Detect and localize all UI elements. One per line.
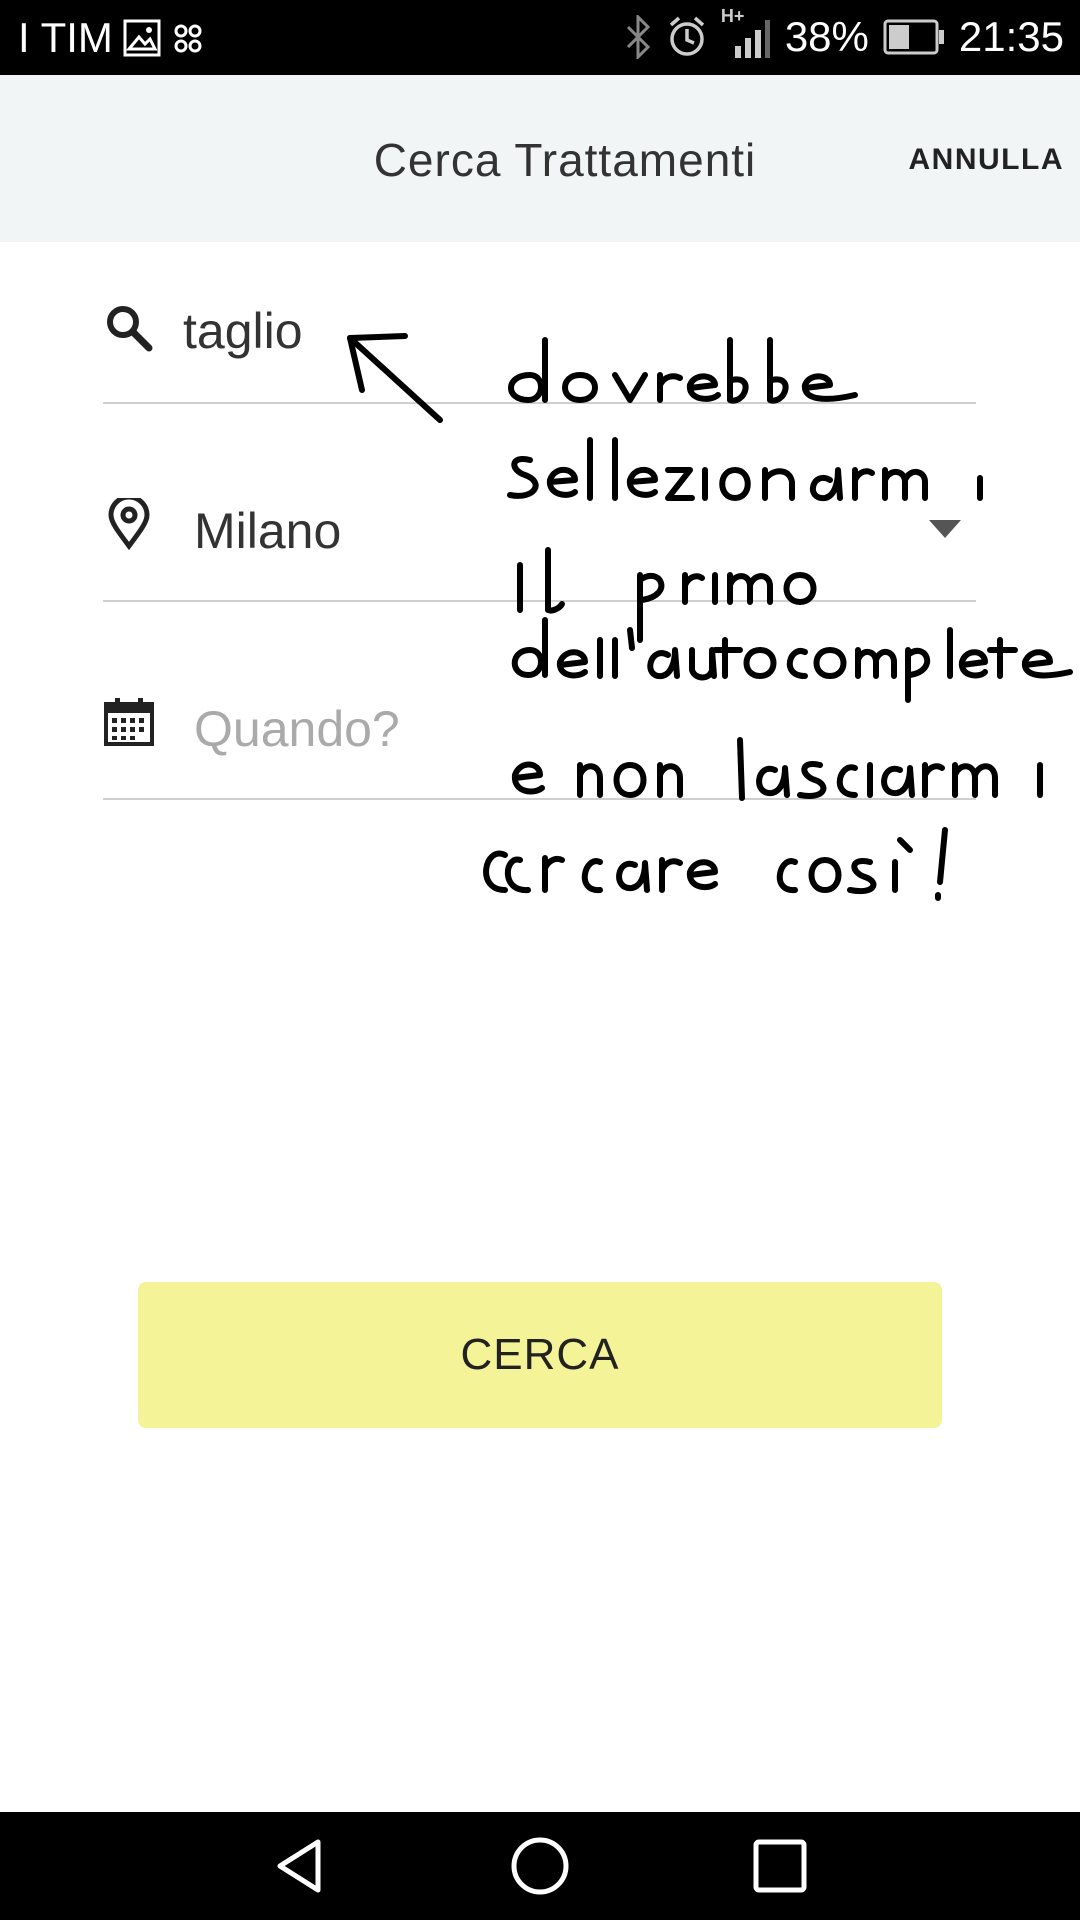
status-left: I TIM bbox=[18, 14, 205, 62]
search-icon bbox=[107, 306, 153, 352]
date-input[interactable]: Quando? bbox=[194, 700, 400, 758]
alarm-icon bbox=[669, 16, 704, 56]
system-nav-bar bbox=[0, 1812, 1080, 1920]
date-field[interactable]: Quando? bbox=[103, 688, 976, 800]
status-bar: I TIM H+ 38% 21:35 bbox=[0, 0, 1080, 75]
search-button[interactable]: CERCA bbox=[138, 1282, 942, 1428]
voicemail-icon bbox=[174, 24, 202, 53]
clock: 21:35 bbox=[958, 13, 1064, 60]
search-input[interactable]: taglio bbox=[183, 302, 303, 360]
app-header: Cerca Trattamenti ANNULLA bbox=[0, 75, 1080, 242]
bluetooth-icon bbox=[626, 15, 650, 59]
treatment-search-field[interactable]: taglio bbox=[103, 292, 976, 404]
handwritten-annotation bbox=[347, 333, 1073, 901]
home-icon[interactable] bbox=[508, 1834, 572, 1898]
battery-icon bbox=[883, 19, 944, 55]
recents-icon[interactable] bbox=[748, 1834, 812, 1898]
status-right: H+ 38% 21:35 bbox=[623, 6, 1064, 62]
chevron-down-icon[interactable] bbox=[929, 520, 961, 538]
location-select[interactable]: Milano bbox=[194, 502, 341, 560]
signal-icon: H+ bbox=[721, 6, 771, 62]
battery-percent: 38% bbox=[784, 13, 869, 60]
gallery-icon bbox=[123, 19, 161, 57]
calendar-icon bbox=[104, 698, 154, 746]
location-pin-icon bbox=[108, 498, 150, 550]
cancel-button[interactable]: ANNULLA bbox=[909, 143, 1064, 177]
back-icon[interactable] bbox=[268, 1834, 332, 1898]
carrier-label: I TIM bbox=[18, 14, 113, 61]
location-field[interactable]: Milano bbox=[103, 490, 976, 602]
